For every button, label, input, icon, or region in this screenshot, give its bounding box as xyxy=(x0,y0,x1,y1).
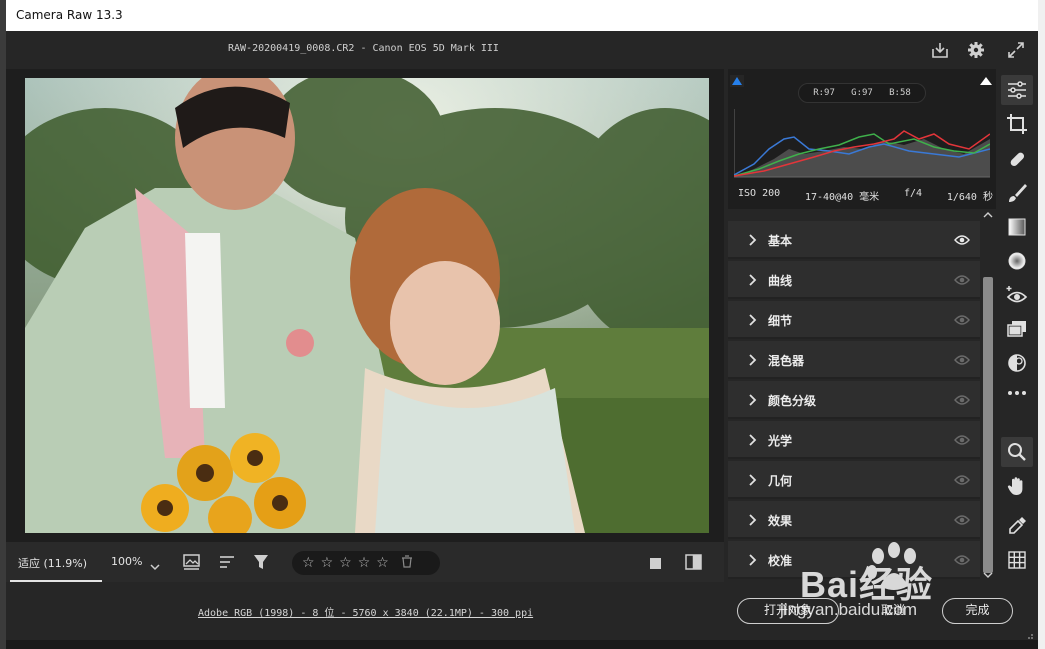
panel-geometry[interactable]: 几何 xyxy=(728,461,980,499)
chevron-right-icon xyxy=(749,234,757,246)
panel-detail[interactable]: 细节 xyxy=(728,301,980,339)
linear-gradient-icon[interactable] xyxy=(1005,215,1029,239)
baidu-watermark: Bai经验 jingyan.baidu.com xyxy=(780,538,1000,638)
red-eye-icon[interactable] xyxy=(1005,283,1029,307)
panel-label: 效果 xyxy=(768,514,793,528)
chevron-down-icon[interactable] xyxy=(150,557,160,576)
preview-toolbar: 适应 (11.9%) 100% ☆ ☆ ☆ ☆ ☆ xyxy=(6,542,724,582)
tool-strip xyxy=(996,69,1038,582)
photo-preview[interactable] xyxy=(25,78,709,533)
histogram-graph xyxy=(734,109,990,178)
rgb-readout: R:97 G:97 B:58 xyxy=(798,83,926,103)
red-value: R:97 xyxy=(813,88,835,98)
healing-icon[interactable] xyxy=(1005,147,1029,171)
eye-icon[interactable] xyxy=(954,433,970,447)
eye-icon[interactable] xyxy=(954,513,970,527)
edit-panels: 基本 曲线 细节 混色器 颜色分级 光学 几何 效果 校准 xyxy=(728,209,980,582)
top-bar: RAW-20200419_0008.CR2 - Canon EOS 5D Mar… xyxy=(6,31,1038,69)
highlight-clipping-icon[interactable] xyxy=(978,72,994,91)
crop-icon[interactable] xyxy=(1005,112,1029,136)
star-icon[interactable]: ☆ xyxy=(339,555,352,571)
eye-icon[interactable] xyxy=(954,353,970,367)
panel-label: 基本 xyxy=(768,234,793,248)
zoom-icon[interactable] xyxy=(1005,440,1029,464)
panel-color-mixer[interactable]: 混色器 xyxy=(728,341,980,379)
chevron-right-icon xyxy=(749,474,757,486)
filter-icon[interactable] xyxy=(252,553,272,575)
zoom-100-button[interactable]: 100% xyxy=(111,555,142,568)
radial-gradient-icon[interactable] xyxy=(1005,249,1029,273)
star-icon[interactable]: ☆ xyxy=(321,555,334,571)
star-icon[interactable]: ☆ xyxy=(358,555,371,571)
eye-icon[interactable] xyxy=(954,233,970,247)
lens-value: 17-40@40 毫米 xyxy=(804,192,880,203)
chevron-right-icon xyxy=(749,554,757,566)
snapshots-icon[interactable] xyxy=(1005,317,1029,341)
sliders-icon[interactable] xyxy=(1005,78,1029,102)
panel-label: 颜色分级 xyxy=(768,394,817,408)
panel-label: 几何 xyxy=(768,474,793,488)
right-edge xyxy=(1038,0,1045,649)
zoom-fit-button[interactable]: 适应 (11.9%) xyxy=(18,555,87,571)
camera-info: ISO 200 17-40@40 毫米 f/4 1/640 秒 xyxy=(738,188,993,203)
shutter-value: 1/640 秒 xyxy=(946,192,993,203)
gear-icon[interactable] xyxy=(966,40,986,60)
blue-value: B:58 xyxy=(889,88,911,98)
panel-color-grading[interactable]: 颜色分级 xyxy=(728,381,980,419)
panel-basic[interactable]: 基本 xyxy=(728,221,980,259)
chevron-right-icon xyxy=(749,354,757,366)
panel-optics[interactable]: 光学 xyxy=(728,421,980,459)
watermark-url: jingyan.baidu.com xyxy=(780,600,918,619)
fullscreen-icon[interactable] xyxy=(1006,40,1026,60)
iso-value: ISO 200 xyxy=(738,188,781,199)
compare-view-icon[interactable] xyxy=(684,553,704,575)
shadow-clipping-icon[interactable] xyxy=(730,72,744,91)
sort-icon[interactable] xyxy=(218,553,238,575)
eye-icon[interactable] xyxy=(954,273,970,287)
star-icon[interactable]: ☆ xyxy=(376,555,389,571)
star-icon[interactable]: ☆ xyxy=(302,555,315,571)
panel-label: 曲线 xyxy=(768,274,793,288)
window-title: Camera Raw 13.3 xyxy=(6,0,1038,31)
single-view-icon[interactable] xyxy=(648,555,664,575)
histogram: R:97 G:97 B:58 ISO 200 17-40@40 毫米 f/4 1… xyxy=(728,69,996,209)
panel-label: 校准 xyxy=(768,554,793,568)
panel-label: 混色器 xyxy=(768,354,805,368)
scrollbar-thumb[interactable] xyxy=(983,277,993,573)
aperture-value: f/4 xyxy=(903,188,923,199)
panel-label: 光学 xyxy=(768,434,793,448)
image-preview-area xyxy=(6,69,724,542)
chevron-right-icon xyxy=(749,314,757,326)
brush-icon[interactable] xyxy=(1005,181,1029,205)
filmstrip-icon[interactable] xyxy=(182,553,202,575)
camera-raw-window: Camera Raw 13.3 RAW-20200419_0008.CR2 - … xyxy=(0,0,1045,649)
eye-icon[interactable] xyxy=(954,393,970,407)
file-name: RAW-20200419_0008.CR2 - Canon EOS 5D Mar… xyxy=(228,43,499,54)
bottom-edge xyxy=(6,640,1038,649)
eye-icon[interactable] xyxy=(954,473,970,487)
chevron-right-icon xyxy=(749,394,757,406)
panel-scrollbar[interactable] xyxy=(980,209,996,582)
panel-curve[interactable]: 曲线 xyxy=(728,261,980,299)
chevron-right-icon xyxy=(749,514,757,526)
panel-label: 细节 xyxy=(768,314,793,328)
presets-icon[interactable] xyxy=(1005,351,1029,375)
green-value: G:97 xyxy=(851,88,873,98)
scroll-up-icon[interactable] xyxy=(983,211,993,219)
chevron-right-icon xyxy=(749,274,757,286)
star-rating[interactable]: ☆ ☆ ☆ ☆ ☆ xyxy=(292,551,440,575)
chevron-right-icon xyxy=(749,434,757,446)
panel-effects[interactable]: 效果 xyxy=(728,501,980,539)
eyedropper-icon[interactable] xyxy=(1005,514,1029,538)
hand-icon[interactable] xyxy=(1005,474,1029,498)
trash-icon[interactable] xyxy=(401,554,413,572)
more-icon[interactable] xyxy=(1005,381,1029,405)
eye-icon[interactable] xyxy=(954,313,970,327)
workflow-options-link[interactable]: Adobe RGB (1998) - 8 位 - 5760 x 3840 (22… xyxy=(198,604,533,619)
grid-icon[interactable] xyxy=(1005,548,1029,572)
save-icon[interactable] xyxy=(930,40,950,60)
